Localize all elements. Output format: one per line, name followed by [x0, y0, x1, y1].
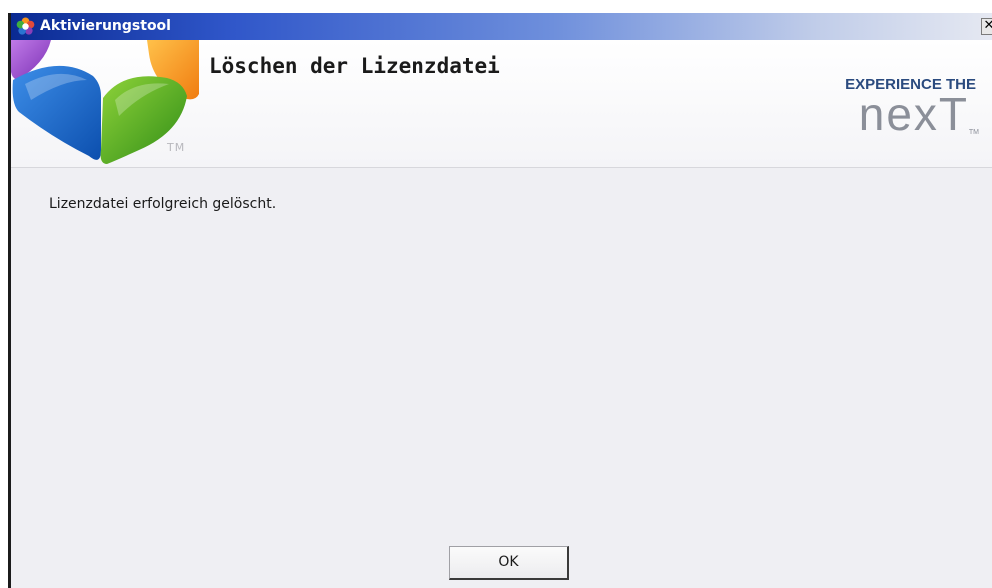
activation-tool-window: Aktivierungstool ✕ [8, 13, 992, 588]
app-flower-icon [16, 17, 35, 35]
window-title: Aktivierungstool [40, 18, 171, 34]
status-message: Lizenzdatei erfolgreich gelöscht. [49, 196, 277, 212]
logo-trademark: TM [167, 141, 186, 154]
brand-wordmark: nexT [858, 88, 969, 140]
ok-button[interactable]: OK [449, 546, 569, 580]
close-button[interactable]: ✕ [981, 18, 992, 35]
header-banner: TM Löschen der Lizenzdatei EXPERIENCE TH… [11, 40, 992, 168]
title-bar[interactable]: Aktivierungstool ✕ [11, 13, 992, 40]
page-title: Löschen der Lizenzdatei [209, 54, 500, 78]
close-icon: ✕ [984, 18, 992, 33]
brand-trademark: TM [968, 129, 979, 136]
